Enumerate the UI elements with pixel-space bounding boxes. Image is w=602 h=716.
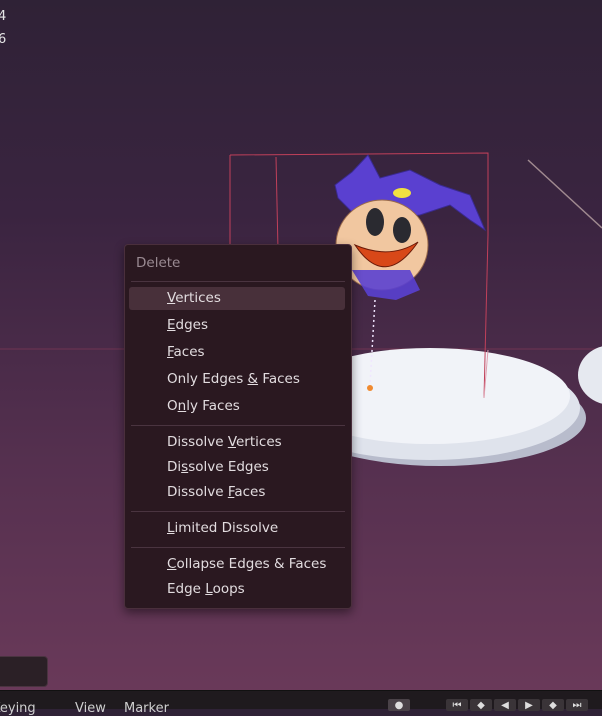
last-operator-panel[interactable] <box>0 656 48 687</box>
menu-item[interactable]: Edges <box>129 314 345 337</box>
menu-item[interactable]: Only Faces <box>129 395 345 418</box>
menu-item-label-post: oops <box>212 581 245 597</box>
menu-item-label-pre: Di <box>167 459 182 475</box>
menu-item[interactable]: Dissolve Edges <box>129 456 345 479</box>
menu-item-accelerator: V <box>227 434 236 450</box>
menu-item-label-post: dges <box>175 317 209 333</box>
character-eye-left <box>366 208 384 236</box>
menu-item[interactable]: Only Edges & Faces <box>129 368 345 391</box>
menu-item[interactable]: Dissolve Faces <box>129 481 345 504</box>
menu-item[interactable]: Limited Dissolve <box>129 517 345 540</box>
view-menu[interactable]: View <box>75 701 106 716</box>
menu-item-label-pre: Only Edges <box>167 371 248 387</box>
menu-item-label-post: aces <box>173 344 205 360</box>
menu-item-accelerator: L <box>167 520 175 536</box>
delete-menu: Delete Vertices Edges Faces Only Edges & Fa… <box>124 244 352 609</box>
menu-item-label-post: imited Dissolve <box>174 520 279 536</box>
menu-item-accelerator: & <box>247 371 259 387</box>
menu-item-label-post: ly Faces <box>186 398 240 414</box>
menu-item-accelerator: V <box>167 290 176 306</box>
menu-item-label-post: solve Edges <box>188 459 269 475</box>
menu-item-label-post: Faces <box>258 371 300 387</box>
menu-item-label-post: ollapse Edges & Faces <box>176 556 327 572</box>
menu-item[interactable]: Collapse Edges & Faces <box>129 553 345 576</box>
menu-item-accelerator: E <box>167 317 176 333</box>
menu-separator <box>131 281 345 282</box>
keyframe-prev-icon[interactable]: ◆ <box>470 699 492 711</box>
menu-separator <box>131 425 345 426</box>
menu-separator <box>131 511 345 512</box>
character-eye-right <box>393 217 411 243</box>
menu-item-label-pre: Dissolve <box>167 484 228 500</box>
menu-item-label-pre: Dissolve <box>167 434 228 450</box>
menu-item-label-post: ertices <box>236 434 282 450</box>
play-reverse-icon[interactable]: ◀ <box>494 699 516 711</box>
character-hat-bell <box>393 188 411 198</box>
record-icon[interactable]: ● <box>388 699 410 711</box>
keying-menu[interactable]: Keying <box>0 701 36 716</box>
menu-item[interactable]: Faces <box>129 341 345 364</box>
timeline-header: Keying View Marker ● ⏮ ◆ ◀ ▶ ◆ ⏭ <box>0 690 602 716</box>
play-icon[interactable]: ▶ <box>518 699 540 711</box>
menu-item-label-post: ertices <box>175 290 221 306</box>
menu-item-label-pre: O <box>167 398 178 414</box>
menu-item-accelerator: L <box>205 581 213 597</box>
menu-title: Delete <box>136 255 181 271</box>
menu-item-label-post: aces <box>234 484 266 500</box>
stat-line-2: 6 <box>0 32 7 47</box>
menu-item[interactable]: Vertices <box>129 287 345 310</box>
menu-item-accelerator: n <box>177 398 187 414</box>
origin-point <box>367 385 373 391</box>
jump-start-icon[interactable]: ⏮ <box>446 699 468 711</box>
menu-item[interactable]: Dissolve Vertices <box>129 431 345 454</box>
menu-separator <box>131 547 345 548</box>
stat-line-1: 4 <box>0 9 7 24</box>
menu-item-label-pre: Edge <box>167 581 206 597</box>
object-edge-line <box>527 159 602 229</box>
marker-menu[interactable]: Marker <box>124 701 169 716</box>
jump-end-icon[interactable]: ⏭ <box>566 699 588 711</box>
menu-item[interactable]: Edge Loops <box>129 578 345 601</box>
stage-disc-right <box>578 346 602 404</box>
keyframe-next-icon[interactable]: ◆ <box>542 699 564 711</box>
